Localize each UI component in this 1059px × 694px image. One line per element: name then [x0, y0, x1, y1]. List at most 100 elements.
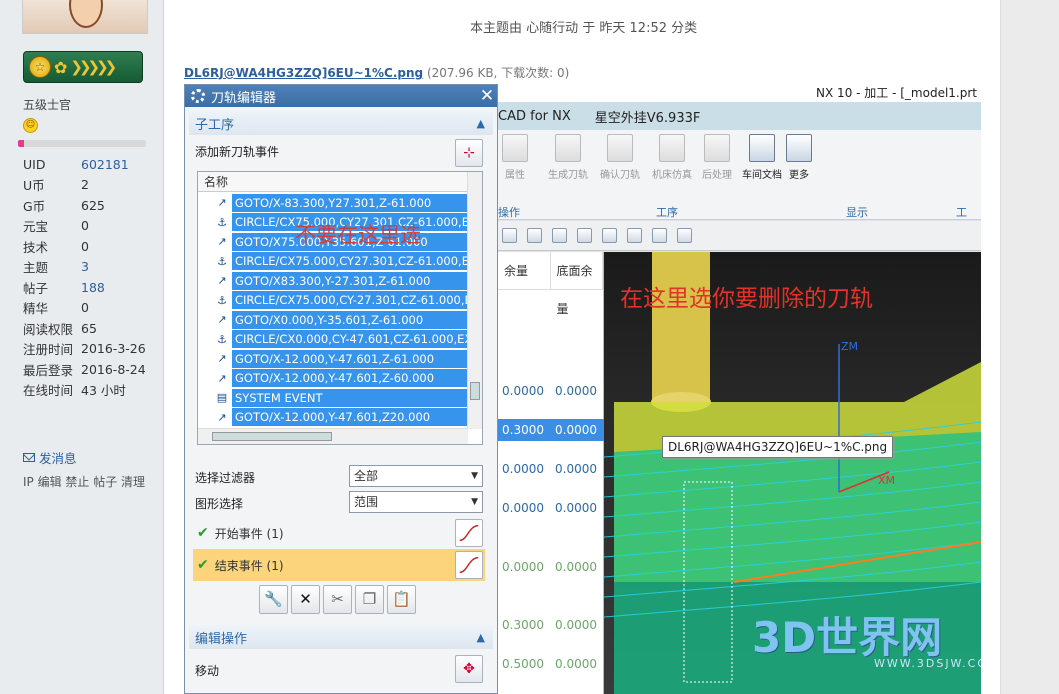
- copy-icon[interactable]: ❐: [355, 585, 384, 614]
- toolbar-icon[interactable]: [677, 228, 692, 243]
- add-event-label: 添加新刀轨事件: [195, 145, 280, 159]
- machine-simulation-button[interactable]: 机床仿真: [652, 134, 692, 181]
- tab-cad-for-nx[interactable]: CAD for NX: [498, 109, 571, 124]
- end-event-row[interactable]: ✔ 结束事件 (1): [193, 549, 485, 581]
- stat-key: 帖子: [23, 280, 49, 296]
- move-button[interactable]: ✥: [455, 655, 483, 683]
- toolbar-icon[interactable]: [527, 228, 542, 243]
- navigator-row[interactable]: 0.0000 0.0000: [498, 380, 604, 402]
- level-progress-bar: [18, 140, 146, 147]
- delete-icon[interactable]: ✕: [291, 585, 320, 614]
- stat-row: UID 602181: [23, 154, 163, 175]
- toolbar-icon[interactable]: [577, 228, 592, 243]
- stat-value: 2016-8-24: [81, 361, 146, 377]
- collapse-icon[interactable]: ▲: [477, 117, 485, 130]
- list-item[interactable]: ↗ GOTO/X-12.000,Y-47.601,Z-60.000: [198, 369, 468, 389]
- list-item[interactable]: ⚓ CIRCLE/CX0.000,CY-47.601,CZ-61.000,EX-: [198, 330, 468, 350]
- stat-value: 625: [81, 197, 105, 213]
- send-message-link[interactable]: 发消息: [23, 448, 77, 467]
- toolbar-icon[interactable]: [552, 228, 567, 243]
- wrench-icon[interactable]: 🔧: [259, 585, 288, 614]
- stat-row: 在线时间 43 小时: [23, 380, 163, 401]
- paste-icon[interactable]: 📋: [387, 585, 416, 614]
- stat-value[interactable]: 188: [81, 280, 105, 295]
- tab-xingkong-plugin[interactable]: 星空外挂V6.933F: [595, 107, 701, 126]
- stat-value: 0: [81, 218, 89, 234]
- stat-value: 65: [81, 320, 97, 336]
- avatar[interactable]: [22, 0, 148, 34]
- list-vertical-scrollbar[interactable]: [467, 172, 482, 429]
- start-event-row[interactable]: ✔ 开始事件 (1): [193, 517, 485, 549]
- generate-toolpath-button[interactable]: 生成刀轨: [548, 134, 588, 181]
- goto-event-icon: ↗: [217, 235, 227, 249]
- graphic-select[interactable]: 范围: [349, 491, 483, 513]
- navigator-row[interactable]: 0.3000 0.0000: [498, 419, 604, 441]
- filter-select[interactable]: 全部: [349, 465, 483, 487]
- navigator-row[interactable]: 0.0000 0.0000: [498, 458, 604, 480]
- section-subop-header[interactable]: 子工序 ▲: [189, 111, 493, 135]
- event-text: CIRCLE/CX75.000,CY-27.301,CZ-61.000,EX: [232, 291, 468, 310]
- navigator-row[interactable]: 0.0000 0.0000: [498, 556, 604, 578]
- site-watermark: 3D世界网: [752, 613, 943, 662]
- toolpath-editor-dialog: 刀轨编辑器 ✕ 子工序 ▲ 添加新刀轨事件 ⊹ 名称 ↗ GOTO/X-83.30…: [184, 84, 498, 694]
- attachment-link[interactable]: DL6RJ@WA4HG3ZZQ]6EU~1%C.png: [184, 66, 423, 80]
- list-item[interactable]: ↗ GOTO/X-12.000,Y-47.601,Z-61.000: [198, 349, 468, 369]
- curve-select-icon[interactable]: [455, 551, 483, 579]
- dialog-titlebar[interactable]: 刀轨编辑器 ✕: [185, 85, 497, 107]
- group-label-extra: 工: [956, 206, 967, 219]
- list-item[interactable]: ↗ GOTO/X0.000,Y-35.601,Z-61.000: [198, 310, 468, 330]
- stat-key: 在线时间: [23, 383, 74, 399]
- move-label: 移动: [195, 664, 220, 678]
- stat-key: 元宝: [23, 219, 49, 235]
- event-list[interactable]: 名称 ↗ GOTO/X-83.300,Y27.301,Z-61.000 ⚓ CIRCL…: [197, 171, 483, 445]
- postprocess-button[interactable]: 后处理: [702, 134, 732, 181]
- list-item[interactable]: ⚓ CIRCLE/CX75.000,CY-27.301,CZ-61.000,EX: [198, 291, 468, 311]
- shop-doc-button[interactable]: 车间文档: [742, 134, 782, 181]
- list-item[interactable]: ↗ GOTO/X83.300,Y-27.301,Z-61.000: [198, 271, 468, 291]
- collapse-icon[interactable]: ▲: [477, 631, 485, 644]
- section-edit-header[interactable]: 编辑操作 ▲: [189, 625, 493, 649]
- check-icon: ✔: [197, 557, 209, 573]
- event-text: GOTO/X-83.300,Y27.301,Z-61.000: [232, 193, 468, 212]
- user-stats: UID 602181 U币 2 G币 625 元宝 0 技术 0 主题 3 帖子 188 精华 0 阅读权限 65…: [23, 154, 163, 400]
- stat-row: 元宝 0: [23, 216, 163, 237]
- list-horizontal-scrollbar[interactable]: [198, 428, 468, 444]
- stat-value[interactable]: 3: [81, 259, 89, 274]
- stat-row: U币 2: [23, 175, 163, 196]
- list-item[interactable]: ▤ SYSTEM EVENT: [198, 388, 468, 408]
- list-item[interactable]: ↗ GOTO/X-12.000,Y-47.601,Z20.000: [198, 408, 468, 428]
- cut-icon[interactable]: ✂: [323, 585, 352, 614]
- stock-value: 0.3000: [502, 423, 544, 437]
- admin-links[interactable]: IP 编辑 禁止 帖子 清理: [23, 474, 153, 490]
- navigator-row[interactable]: 0.0000 0.0000: [498, 497, 604, 519]
- event-text: CIRCLE/CX75.000,CY27.301,CZ-61.000,EX8: [232, 252, 468, 271]
- svg-text:XM: XM: [878, 474, 895, 487]
- nx-ribbon-tabs: CAD for NX 星空外挂V6.933F: [498, 102, 981, 130]
- toolbar-icon[interactable]: [602, 228, 617, 243]
- stock-value: 0.3000: [502, 618, 544, 632]
- more-button[interactable]: 更多: [786, 134, 812, 181]
- stat-row: G币 625: [23, 195, 163, 216]
- list-item[interactable]: ↗ GOTO/X-83.300,Y27.301,Z-61.000: [198, 193, 468, 213]
- stat-row: 精华 0: [23, 298, 163, 319]
- toolbar-icon[interactable]: [627, 228, 642, 243]
- navigator-row[interactable]: 0.5000 0.0000: [498, 653, 604, 675]
- user-info-sidebar: ☆ ✿ ❯❯❯❯❯ 五级士官 ☺ UID 602181 U币 2 G币 625 元宝 0 技术 0…: [0, 0, 164, 694]
- circle-event-icon: ⚓: [217, 332, 227, 346]
- event-text: GOTO/X-12.000,Y-47.601,Z-61.000: [232, 349, 468, 368]
- curve-select-icon[interactable]: [455, 519, 483, 547]
- list-item[interactable]: ⚓ CIRCLE/CX75.000,CY27.301,CZ-61.000,EX8: [198, 252, 468, 272]
- stat-value: 2016-3-26: [81, 341, 146, 357]
- toolbar-icon[interactable]: [652, 228, 667, 243]
- stat-value[interactable]: 602181: [81, 157, 129, 172]
- attributes-button[interactable]: 属性: [502, 134, 528, 181]
- verify-toolpath-button[interactable]: 确认刀轨: [600, 134, 640, 181]
- navigator-header: 余量 底面余量: [498, 251, 603, 316]
- svg-text:ZM: ZM: [841, 340, 858, 353]
- flower-icon: ✿: [54, 57, 68, 77]
- toolbar-icon[interactable]: [502, 228, 517, 243]
- event-text: SYSTEM EVENT: [232, 388, 468, 407]
- add-event-button[interactable]: ⊹: [455, 139, 483, 167]
- navigator-row[interactable]: 0.3000 0.0000: [498, 614, 604, 636]
- close-icon[interactable]: ✕: [477, 86, 497, 106]
